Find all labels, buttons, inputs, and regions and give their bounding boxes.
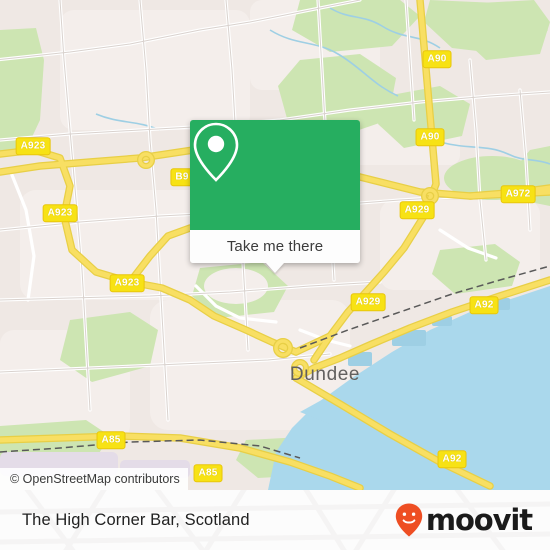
map-label-city: Dundee — [289, 364, 361, 385]
bottom-bar: The High Corner Bar, Scotland moovit — [0, 490, 550, 550]
map-pin-icon — [193, 122, 239, 182]
moovit-wordmark: moovit — [425, 503, 533, 537]
road-shield: A85 — [96, 431, 126, 449]
map-canvas[interactable]: A923 A923 B9 A923 A85 A85 A90 A90 A972 A929 A929 A9… — [0, 0, 550, 490]
moovit-smiley-pin-icon — [395, 503, 423, 537]
road-shield: A90 — [415, 128, 445, 146]
location-popup[interactable]: Take me there — [190, 120, 360, 273]
road-shield: A90 — [422, 50, 452, 68]
take-me-there-button[interactable]: Take me there — [190, 230, 360, 263]
road-shield: A92 — [469, 296, 499, 314]
road-shield: A972 — [500, 185, 536, 203]
map-attribution[interactable]: © OpenStreetMap contributors — [0, 468, 188, 490]
road-shield: A85 — [193, 464, 223, 482]
screenshot-root: A923 A923 B9 A923 A85 A85 A90 A90 A972 A929 A929 A9… — [0, 0, 550, 550]
road-shield: A923 — [15, 137, 51, 155]
popup-pointer — [266, 263, 284, 273]
road-shield: A92 — [437, 450, 467, 468]
road-shield: A923 — [42, 204, 78, 222]
moovit-logo[interactable]: moovit — [394, 502, 533, 538]
popup-header[interactable] — [190, 120, 360, 230]
take-me-there-label: Take me there — [226, 238, 324, 255]
road-shield: A929 — [399, 201, 435, 219]
road-shield: A923 — [109, 274, 145, 292]
road-shield: A929 — [350, 293, 386, 311]
attribution-text: © OpenStreetMap contributors — [10, 472, 180, 486]
place-name: The High Corner Bar, Scotland — [22, 510, 250, 529]
